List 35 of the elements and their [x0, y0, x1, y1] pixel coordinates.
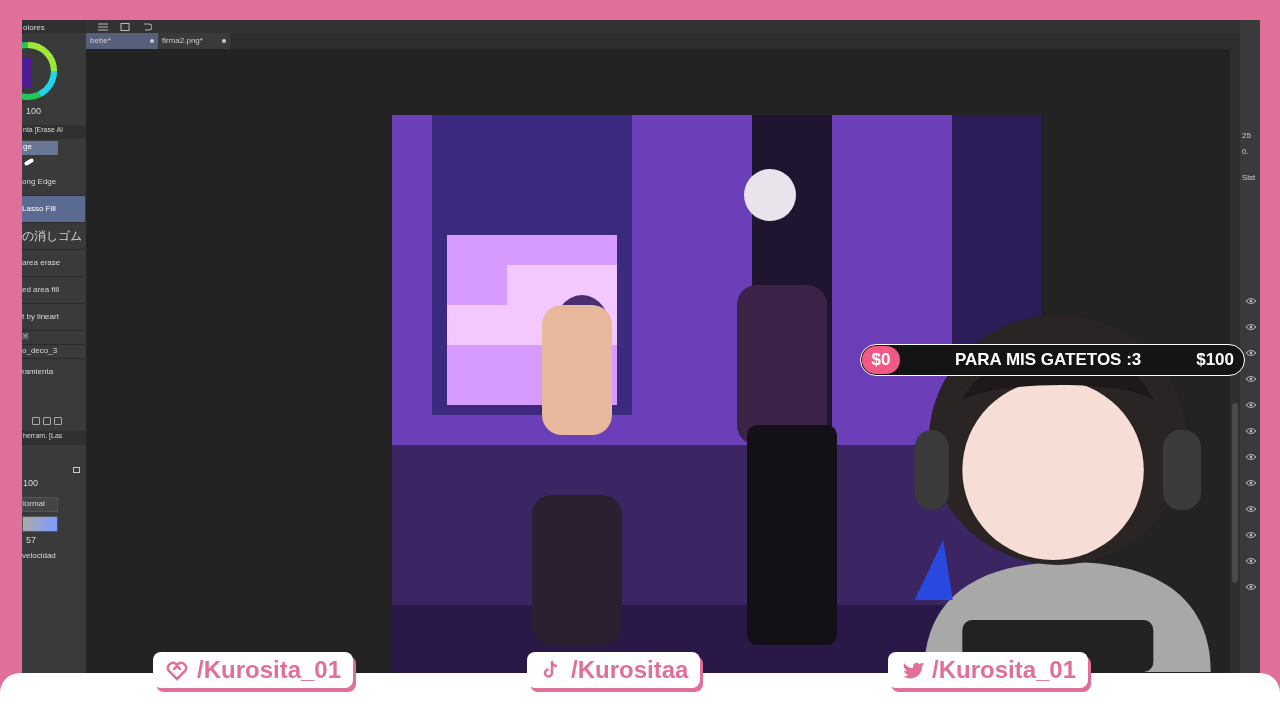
eye-icon[interactable] [1246, 350, 1256, 356]
eye-icon[interactable] [1246, 428, 1256, 434]
eye-icon[interactable] [1246, 532, 1256, 538]
value-label: 0. [1241, 146, 1250, 158]
tool-item[interactable]: Lasso Fill [22, 195, 85, 223]
goal-amount: $100 [1196, 349, 1235, 372]
tab-label: firma2.png* [162, 35, 203, 47]
speed-label: velocidad [22, 549, 57, 562]
panel-title: olores [22, 20, 86, 33]
section-title: Sist [1241, 172, 1257, 184]
eye-icon[interactable] [1246, 558, 1256, 564]
size-field[interactable]: 100 [22, 472, 86, 495]
scrollbar-thumb[interactable] [1232, 403, 1238, 583]
opacity-value: 100 [25, 105, 43, 118]
link-handle: /Kurosita_01 [197, 655, 342, 685]
eye-icon[interactable] [1246, 324, 1256, 330]
subtool-tab[interactable]: ge [22, 140, 58, 155]
menu-icon[interactable] [98, 22, 108, 31]
undo-icon[interactable] [142, 22, 152, 31]
eye-icon[interactable] [1246, 402, 1256, 408]
eye-icon[interactable] [1246, 454, 1256, 460]
speed-field[interactable]: 57 [22, 531, 86, 550]
document-tab[interactable]: firma2.png* [158, 33, 230, 49]
blend-mode-dropdown[interactable]: lormal [22, 496, 58, 512]
texture-swatch[interactable] [22, 515, 58, 532]
eye-icon[interactable] [1246, 376, 1256, 382]
eye-icon[interactable] [1246, 506, 1256, 512]
eye-icon[interactable] [1246, 298, 1256, 304]
value-label: 25 [1241, 130, 1252, 142]
eye-icon[interactable] [1246, 480, 1256, 486]
eye-icon[interactable] [1246, 584, 1256, 590]
tab-label: bebe* [90, 35, 111, 47]
document-tab[interactable]: bebe* [86, 33, 158, 49]
brush-icon [23, 157, 35, 166]
tool-item[interactable]: ramienta [22, 358, 86, 385]
